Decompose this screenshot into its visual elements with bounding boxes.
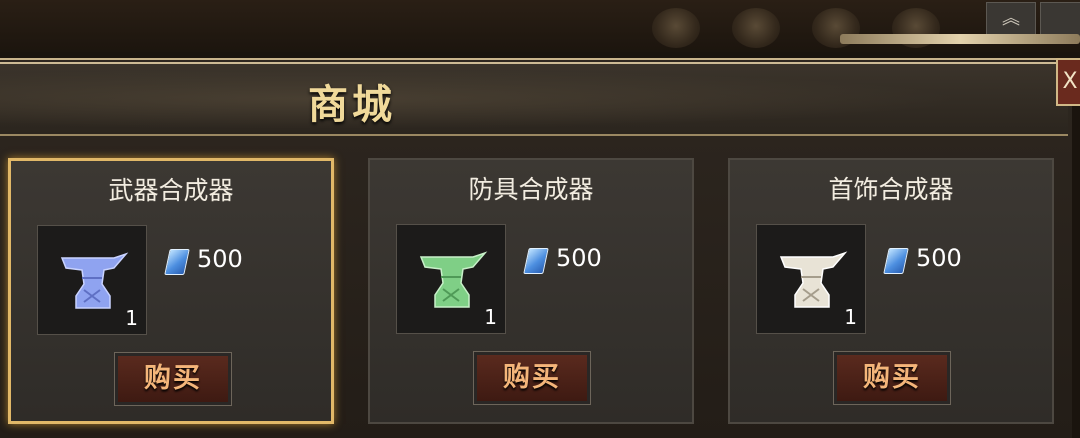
blue-gem-icon	[883, 248, 909, 274]
item-name: 首饰合成器	[828, 175, 954, 204]
item-quantity: 1	[484, 305, 497, 329]
item-slot[interactable]: 1	[756, 224, 866, 334]
item-quantity: 1	[844, 305, 857, 329]
item-quantity: 1	[125, 306, 138, 330]
shield-icon[interactable]	[732, 8, 780, 48]
shop-item-card[interactable]: 首饰合成器 1 500 购买	[728, 158, 1054, 424]
item-slot[interactable]: 1	[37, 225, 147, 335]
title-bar	[0, 62, 1068, 136]
shop-title: 商城	[308, 81, 396, 128]
item-name: 防具合成器	[468, 175, 594, 204]
frame-ornament	[840, 34, 1080, 44]
buy-button[interactable]: 购买	[833, 351, 951, 405]
collapse-up-button[interactable]: ︽	[986, 2, 1036, 38]
shop-item-card[interactable]: 武器合成器 1 500 购买	[8, 158, 334, 424]
item-price: 500	[197, 245, 243, 273]
anvil-white-icon	[779, 251, 848, 308]
scroll-icon[interactable]	[652, 8, 700, 48]
blue-gem-icon	[164, 249, 190, 275]
buy-button[interactable]: 购买	[473, 351, 591, 405]
blue-gem-icon	[523, 248, 549, 274]
hud-button[interactable]	[1040, 2, 1080, 38]
item-slot[interactable]: 1	[396, 224, 506, 334]
anvil-blue-icon	[60, 252, 129, 309]
item-price: 500	[556, 244, 602, 272]
anvil-green-icon	[419, 251, 488, 308]
close-button[interactable]: X	[1056, 58, 1080, 106]
item-name: 武器合成器	[108, 176, 234, 205]
item-price: 500	[916, 244, 962, 272]
buy-button[interactable]: 购买	[114, 352, 232, 406]
shop-item-card[interactable]: 防具合成器 1 500 购买	[368, 158, 694, 424]
